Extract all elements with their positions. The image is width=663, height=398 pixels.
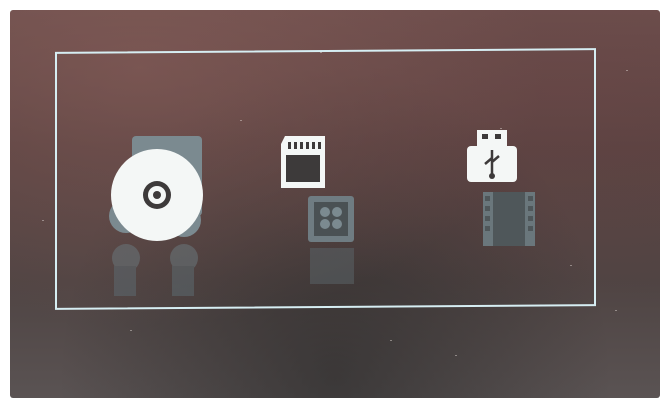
screen-speck <box>130 330 132 331</box>
source-item-disc[interactable] <box>104 134 214 304</box>
screen-speck <box>42 220 44 221</box>
screen-speck <box>390 340 392 341</box>
source-item-usb[interactable] <box>463 128 553 288</box>
memory-card-reflection <box>310 248 354 284</box>
film-icon <box>483 192 535 246</box>
sd-card-icon <box>281 136 325 188</box>
music-icon-reflection <box>112 244 198 296</box>
screen-speck <box>626 70 628 71</box>
usb-icon <box>467 130 517 182</box>
disc-icon <box>111 149 203 241</box>
screen-speck <box>615 310 617 311</box>
source-item-sd-card[interactable] <box>276 134 366 294</box>
screen-speck <box>455 355 457 356</box>
memory-card-icon <box>308 196 354 242</box>
